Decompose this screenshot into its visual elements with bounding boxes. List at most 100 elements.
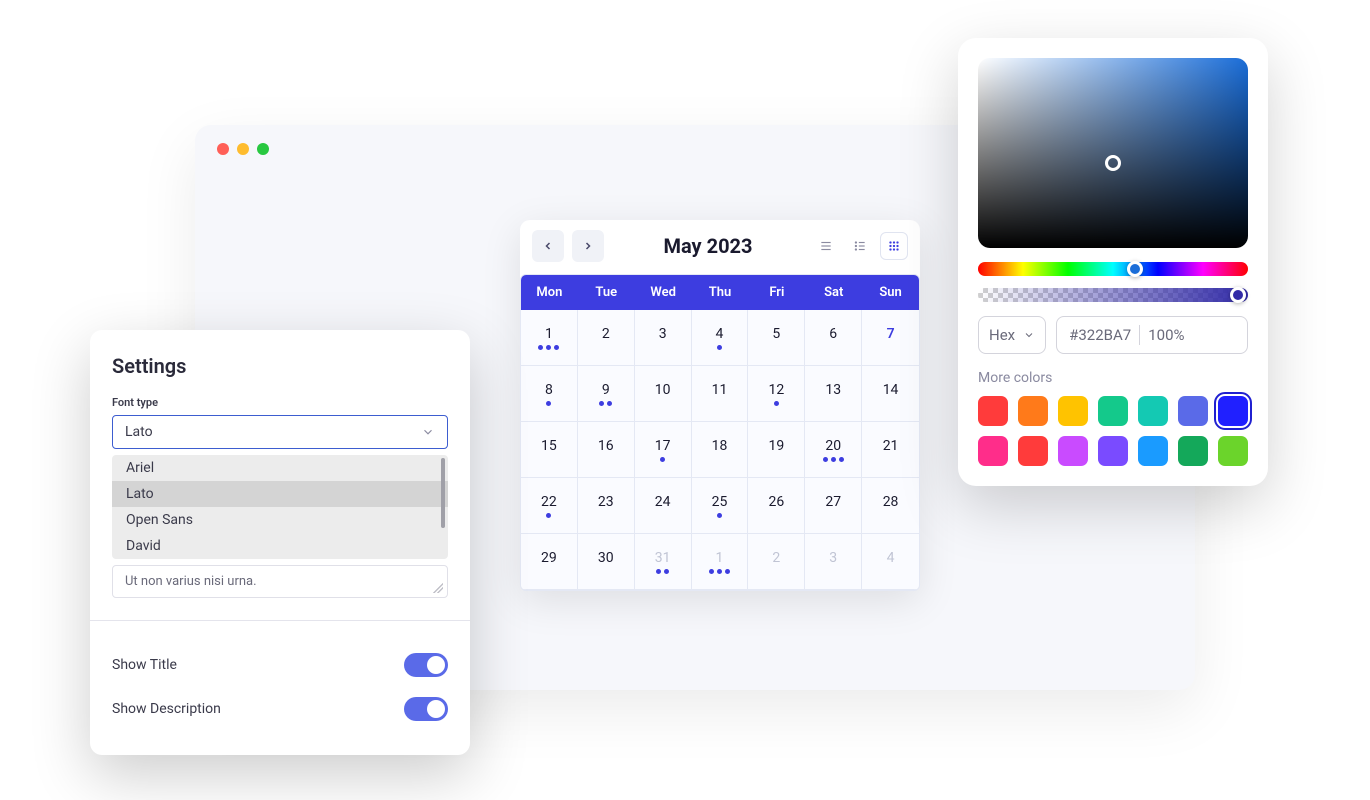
color-swatch[interactable] (1058, 436, 1088, 466)
color-swatch[interactable] (978, 436, 1008, 466)
color-swatch[interactable] (978, 396, 1008, 426)
calendar-day-cell[interactable]: 4 (692, 310, 749, 366)
calendar-day-cell[interactable]: 1 (692, 534, 749, 590)
font-option[interactable]: Lato (112, 481, 448, 507)
color-swatch[interactable] (1218, 436, 1248, 466)
color-swatch[interactable] (1018, 436, 1048, 466)
calendar-list-view-button[interactable] (846, 232, 874, 260)
divider (90, 620, 470, 621)
calendar-day-cell[interactable]: 8 (521, 366, 578, 422)
calendar-day-cell[interactable]: 27 (805, 478, 862, 534)
font-option[interactable]: Ariel (112, 455, 448, 481)
color-swatch[interactable] (1138, 396, 1168, 426)
close-window-icon[interactable] (217, 143, 229, 155)
alpha-slider[interactable] (978, 288, 1248, 302)
calendar-day-cell[interactable]: 24 (635, 478, 692, 534)
calendar-dow-header: Sat (805, 275, 862, 310)
color-format-select[interactable]: Hex (978, 316, 1046, 354)
color-hex-input[interactable]: #322BA7 100% (1056, 316, 1248, 354)
color-swatch[interactable] (1098, 436, 1128, 466)
color-swatch[interactable] (1178, 436, 1208, 466)
calendar-day-cell[interactable]: 14 (862, 366, 919, 422)
calendar-day-cell[interactable]: 3 (635, 310, 692, 366)
calendar-day-view-button[interactable] (812, 232, 840, 260)
calendar-day-cell[interactable]: 30 (578, 534, 635, 590)
divider (1139, 325, 1140, 345)
chevron-down-icon (421, 425, 435, 439)
calendar-day-cell[interactable]: 6 (805, 310, 862, 366)
font-option[interactable]: Open Sans (112, 507, 448, 533)
calendar-day-cell[interactable]: 10 (635, 366, 692, 422)
calendar-title: May 2023 (612, 234, 804, 258)
calendar-day-cell[interactable]: 4 (862, 534, 919, 590)
color-swatch[interactable] (1098, 396, 1128, 426)
calendar-day-cell[interactable]: 20 (805, 422, 862, 478)
calendar-day-cell[interactable]: 17 (635, 422, 692, 478)
calendar-day-cell[interactable]: 3 (805, 534, 862, 590)
calendar-day-cell[interactable]: 13 (805, 366, 862, 422)
calendar-day-cell[interactable]: 1 (521, 310, 578, 366)
calendar-day-cell[interactable]: 22 (521, 478, 578, 534)
hue-handle[interactable] (1127, 261, 1143, 277)
color-swatches (978, 396, 1248, 466)
chevron-down-icon (1023, 329, 1035, 341)
calendar-day-cell[interactable]: 18 (692, 422, 749, 478)
maximize-window-icon[interactable] (257, 143, 269, 155)
calendar-dow-header: Thu (692, 275, 749, 310)
calendar-prev-button[interactable] (532, 230, 564, 262)
calendar-day-cell[interactable]: 12 (748, 366, 805, 422)
calendar-day-cell[interactable]: 16 (578, 422, 635, 478)
description-textarea[interactable]: Ut non varius nisi urna. (112, 565, 448, 598)
calendar-day-cell[interactable]: 29 (521, 534, 578, 590)
calendar-day-cell[interactable]: 11 (692, 366, 749, 422)
calendar-day-cell[interactable]: 21 (862, 422, 919, 478)
more-colors-label: More colors (978, 370, 1248, 386)
calendar-dow-header: Sun (862, 275, 919, 310)
calendar-day-cell[interactable]: 2 (578, 310, 635, 366)
calendar-day-cell[interactable]: 23 (578, 478, 635, 534)
calendar-day-cell[interactable]: 19 (748, 422, 805, 478)
color-swatch[interactable] (1178, 396, 1208, 426)
opacity-value: 100% (1148, 326, 1184, 344)
color-inputs-row: Hex #322BA7 100% (978, 316, 1248, 354)
color-swatch[interactable] (1058, 396, 1088, 426)
show-description-toggle[interactable] (404, 697, 448, 721)
hue-slider[interactable] (978, 262, 1248, 276)
font-option[interactable]: David (112, 533, 448, 559)
color-swatch[interactable] (1018, 396, 1048, 426)
minimize-window-icon[interactable] (237, 143, 249, 155)
show-description-label: Show Description (112, 701, 221, 717)
calendar-day-cell[interactable]: 28 (862, 478, 919, 534)
font-selected-value: Lato (125, 424, 153, 440)
calendar-header: May 2023 (520, 220, 920, 274)
calendar-grid-view-button[interactable] (880, 232, 908, 260)
show-title-label: Show Title (112, 657, 177, 673)
calendar-dow-header: Mon (521, 275, 578, 310)
calendar-day-cell[interactable]: 7 (862, 310, 919, 366)
calendar-day-cell[interactable]: 9 (578, 366, 635, 422)
calendar-day-cell[interactable]: 5 (748, 310, 805, 366)
hex-value: #322BA7 (1069, 326, 1131, 344)
calendar-view-buttons (812, 232, 908, 260)
calendar-day-cell[interactable]: 31 (635, 534, 692, 590)
calendar-day-cell[interactable]: 15 (521, 422, 578, 478)
gradient-handle[interactable] (1105, 155, 1121, 171)
calendar-grid: MonTueWedThuFriSatSun1234567891011121314… (520, 274, 920, 591)
calendar-widget: May 2023 MonTueWedThuFriSatSun1234567891… (520, 220, 920, 591)
color-swatch[interactable] (1218, 396, 1248, 426)
calendar-day-cell[interactable]: 26 (748, 478, 805, 534)
color-swatch[interactable] (1138, 436, 1168, 466)
show-title-row: Show Title (112, 643, 448, 687)
calendar-dow-header: Wed (635, 275, 692, 310)
calendar-next-button[interactable] (572, 230, 604, 262)
calendar-day-cell[interactable]: 25 (692, 478, 749, 534)
color-gradient-area[interactable] (978, 58, 1248, 248)
calendar-dow-header: Tue (578, 275, 635, 310)
color-picker-panel: Hex #322BA7 100% More colors (958, 38, 1268, 486)
show-title-toggle[interactable] (404, 653, 448, 677)
font-type-label: Font type (112, 396, 448, 409)
calendar-day-cell[interactable]: 2 (748, 534, 805, 590)
font-dropdown-list[interactable]: ArielLatoOpen SansDavid (112, 455, 448, 559)
alpha-handle[interactable] (1230, 287, 1246, 303)
font-type-select[interactable]: Lato (112, 415, 448, 449)
